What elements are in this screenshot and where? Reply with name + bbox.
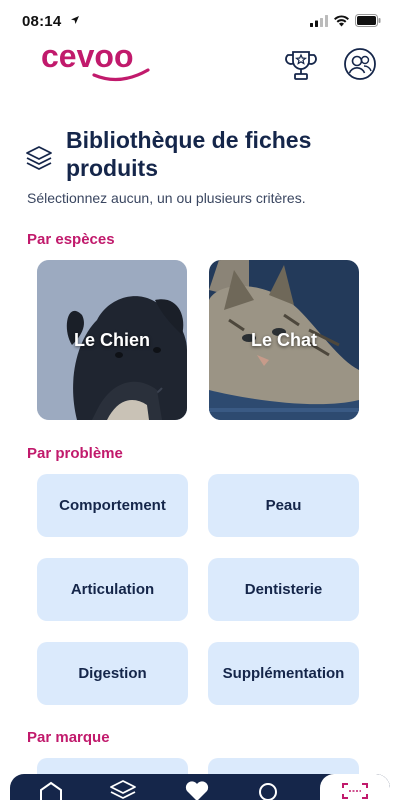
home-icon — [40, 781, 62, 800]
brand-section-label: Par marque — [27, 729, 110, 746]
species-card-cat[interactable]: Le Chat — [209, 260, 359, 420]
app-header: cevoo — [0, 40, 400, 90]
profile-icon[interactable] — [342, 46, 378, 82]
tab-library[interactable] — [98, 774, 148, 800]
battery-icon — [355, 14, 381, 27]
chip-digestion[interactable]: Digestion — [37, 642, 188, 705]
layers-icon — [26, 146, 52, 170]
signal-icon — [310, 15, 328, 27]
chip-peau[interactable]: Peau — [208, 474, 359, 537]
page-subtitle: Sélectionnez aucun, un ou plusieurs crit… — [27, 190, 306, 206]
status-bar: 08:14 — [0, 0, 400, 44]
status-time: 08:14 — [22, 13, 62, 30]
layers-icon — [110, 780, 136, 799]
species-section-label: Par espèces — [27, 231, 115, 248]
tab-home[interactable] — [26, 774, 76, 800]
species-card-label: Le Chat — [250, 329, 317, 350]
tab-search[interactable] — [244, 774, 294, 800]
chip-articulation[interactable]: Articulation — [37, 558, 188, 621]
scan-icon — [342, 783, 368, 799]
species-card-label: Le Chien — [73, 329, 150, 350]
species-card-dog[interactable]: Le Chien — [37, 260, 187, 420]
tab-scan[interactable] — [330, 774, 380, 800]
bottom-tab-bar — [10, 774, 390, 800]
chip-dentisterie[interactable]: Dentisterie — [208, 558, 359, 621]
trophy-icon[interactable] — [283, 47, 319, 83]
logo-text: cevoo — [41, 40, 133, 74]
search-icon — [259, 783, 277, 800]
wifi-icon — [334, 15, 349, 27]
location-arrow-icon — [71, 16, 79, 24]
cevoo-logo[interactable]: cevoo — [40, 40, 155, 88]
chip-supplementation[interactable]: Supplémentation — [208, 642, 359, 705]
problem-section-label: Par problème — [27, 445, 123, 462]
page-title: Bibliothèque de fiches produits — [66, 127, 312, 181]
chip-comportement[interactable]: Comportement — [37, 474, 188, 537]
tab-favorites[interactable] — [172, 774, 222, 800]
heart-icon — [185, 781, 209, 800]
